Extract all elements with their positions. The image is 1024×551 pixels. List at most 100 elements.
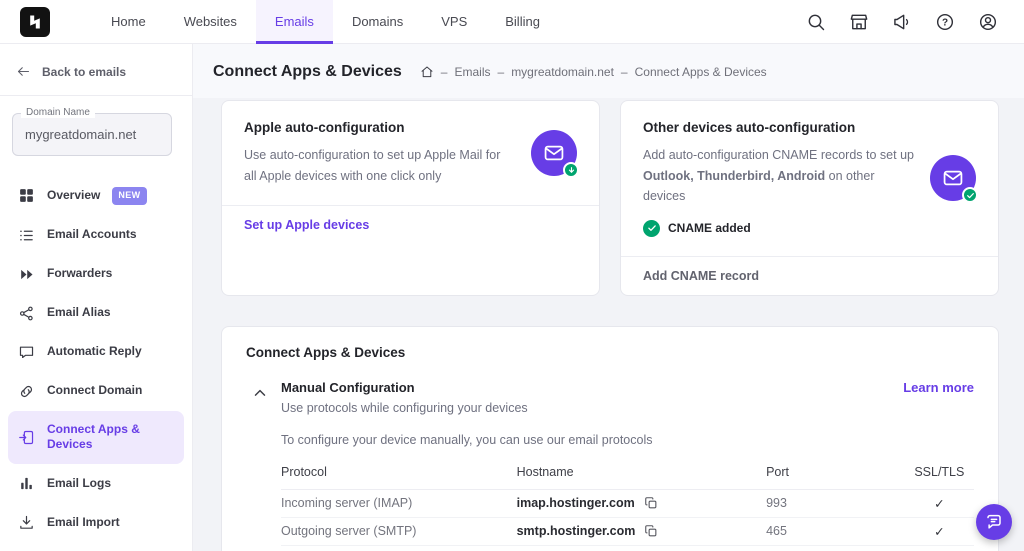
other-card-title: Other devices auto-configuration (643, 120, 914, 135)
search-icon[interactable] (806, 12, 826, 32)
download-badge-icon (563, 162, 579, 178)
breadcrumb-separator: – (441, 65, 448, 79)
setup-apple-devices-link[interactable]: Set up Apple devices (244, 218, 369, 232)
page-header: Connect Apps & Devices – Emails – mygrea… (193, 44, 1024, 98)
apple-card-description: Use auto-configuration to set up Apple M… (244, 145, 515, 186)
back-to-emails-link[interactable]: Back to emails (0, 44, 192, 96)
topbar-actions: ? (806, 12, 998, 32)
sidebar-menu: Overview NEW Email Accounts Forwarders E… (0, 168, 192, 550)
announcements-icon[interactable] (892, 12, 912, 32)
hostinger-logo[interactable] (20, 7, 50, 37)
sidebar-item-label: Automatic Reply (47, 344, 142, 360)
share-icon (18, 305, 35, 322)
chat-bubble-icon (18, 344, 35, 361)
breadcrumb-emails[interactable]: Emails (454, 65, 490, 79)
cname-status-label: CNAME added (668, 221, 751, 235)
sidebar-item-email-logs[interactable]: Email Logs (8, 464, 184, 503)
col-hostname: Hostname (517, 455, 766, 490)
col-ssl: SSL/TLS (905, 455, 974, 490)
other-card-description: Add auto-configuration CNAME records to … (643, 145, 914, 207)
help-icon[interactable]: ? (935, 12, 955, 32)
other-card-footer: Add CNAME record (621, 256, 998, 295)
apple-card-footer: Set up Apple devices (222, 205, 599, 244)
ssl-check: ✓ (905, 545, 974, 551)
cname-status: CNAME added (643, 220, 914, 237)
nav-home[interactable]: Home (92, 0, 165, 44)
sidebar-item-forwarders[interactable]: Forwarders (8, 255, 184, 294)
breadcrumb-domain[interactable]: mygreatdomain.net (511, 65, 614, 79)
sidebar-item-connect-domain[interactable]: Connect Domain (8, 372, 184, 411)
sidebar-item-email-alias[interactable]: Email Alias (8, 294, 184, 333)
sidebar-item-email-accounts[interactable]: Email Accounts (8, 216, 184, 255)
nav-emails[interactable]: Emails (256, 0, 333, 44)
other-devices-card: Other devices auto-configuration Add aut… (620, 100, 999, 296)
manual-configuration-subtitle: Use protocols while configuring your dev… (281, 401, 528, 415)
learn-more-link[interactable]: Learn more (903, 380, 974, 395)
domain-name-value: mygreatdomain.net (25, 127, 136, 142)
port-cell: 993 (766, 489, 905, 517)
manual-configuration-header: Manual Configuration Use protocols while… (246, 380, 974, 415)
nav-domains[interactable]: Domains (333, 0, 422, 44)
table-header-row: Protocol Hostname Port SSL/TLS (281, 455, 974, 490)
ssl-check: ✓ (905, 517, 974, 545)
chevron-up-icon[interactable] (251, 383, 271, 403)
copy-icon[interactable] (644, 496, 658, 510)
page-title: Connect Apps & Devices (213, 63, 402, 81)
breadcrumb-separator: – (621, 65, 628, 79)
port-cell: 465 (766, 517, 905, 545)
sidebar-item-label: Connect Apps & Devices (47, 422, 174, 453)
list-icon (18, 227, 35, 244)
forward-icon (18, 266, 35, 283)
copy-icon[interactable] (644, 524, 658, 538)
table-row: Incoming server (POP) pop.hostinger.com … (281, 545, 974, 551)
store-icon[interactable] (849, 12, 869, 32)
apple-mail-illustration (531, 130, 577, 176)
connect-apps-devices-panel: Connect Apps & Devices Manual Configurat… (221, 326, 999, 551)
sidebar-item-label: Email Alias (47, 305, 111, 321)
sidebar-item-label: Email Accounts (47, 227, 137, 243)
nav-websites[interactable]: Websites (165, 0, 256, 44)
domain-name-field[interactable]: Domain Name mygreatdomain.net (12, 113, 172, 156)
table-row: Incoming server (IMAP) imap.hostinger.co… (281, 489, 974, 517)
sidebar-item-label: Forwarders (47, 266, 112, 282)
device-connect-icon (18, 429, 35, 446)
sidebar-item-automatic-reply[interactable]: Automatic Reply (8, 333, 184, 372)
col-port: Port (766, 455, 905, 490)
table-row: Outgoing server (SMTP) smtp.hostinger.co… (281, 517, 974, 545)
overview-icon (18, 187, 35, 204)
home-icon[interactable] (420, 65, 434, 79)
sidebar-item-label: Connect Domain (47, 383, 142, 399)
protocol-table: Protocol Hostname Port SSL/TLS Incoming … (281, 455, 974, 551)
protocol-cell: Incoming server (IMAP) (281, 489, 517, 517)
nav-vps[interactable]: VPS (422, 0, 486, 44)
sidebar-item-connect-apps-devices[interactable]: Connect Apps & Devices (8, 411, 184, 464)
hostname-value: imap.hostinger.com (517, 496, 635, 510)
protocol-cell: Incoming server (POP) (281, 545, 517, 551)
bold-clients: Outlook, Thunderbird, Android (643, 169, 825, 183)
link-icon (18, 383, 35, 400)
email-sidebar: Back to emails Domain Name mygreatdomain… (0, 44, 193, 551)
chat-icon (985, 513, 1003, 531)
apple-autoconfig-card: Apple auto-configuration Use auto-config… (221, 100, 600, 296)
breadcrumb: – Emails – mygreatdomain.net – Connect A… (420, 65, 767, 79)
sidebar-item-email-import[interactable]: Email Import (8, 503, 184, 542)
nav-billing[interactable]: Billing (486, 0, 559, 44)
sidebar-item-overview[interactable]: Overview NEW (8, 176, 184, 216)
hostinger-logo-icon (27, 14, 43, 30)
check-circle-icon (643, 220, 660, 237)
account-icon[interactable] (978, 12, 998, 32)
primary-nav: Home Websites Emails Domains VPS Billing (92, 0, 559, 44)
breadcrumb-separator: – (498, 65, 505, 79)
add-cname-record-link[interactable]: Add CNAME record (643, 269, 759, 283)
apple-card-body: Apple auto-configuration Use auto-config… (222, 101, 599, 205)
import-download-icon (18, 514, 35, 531)
new-badge: NEW (112, 187, 146, 205)
manual-configuration-title: Manual Configuration (281, 380, 528, 395)
bar-chart-icon (18, 475, 35, 492)
apple-card-title: Apple auto-configuration (244, 120, 515, 135)
port-cell: 995 (766, 545, 905, 551)
chat-widget-button[interactable] (976, 504, 1012, 540)
protocol-cell: Outgoing server (SMTP) (281, 517, 517, 545)
top-navbar: Home Websites Emails Domains VPS Billing… (0, 0, 1024, 44)
back-label: Back to emails (42, 65, 126, 79)
